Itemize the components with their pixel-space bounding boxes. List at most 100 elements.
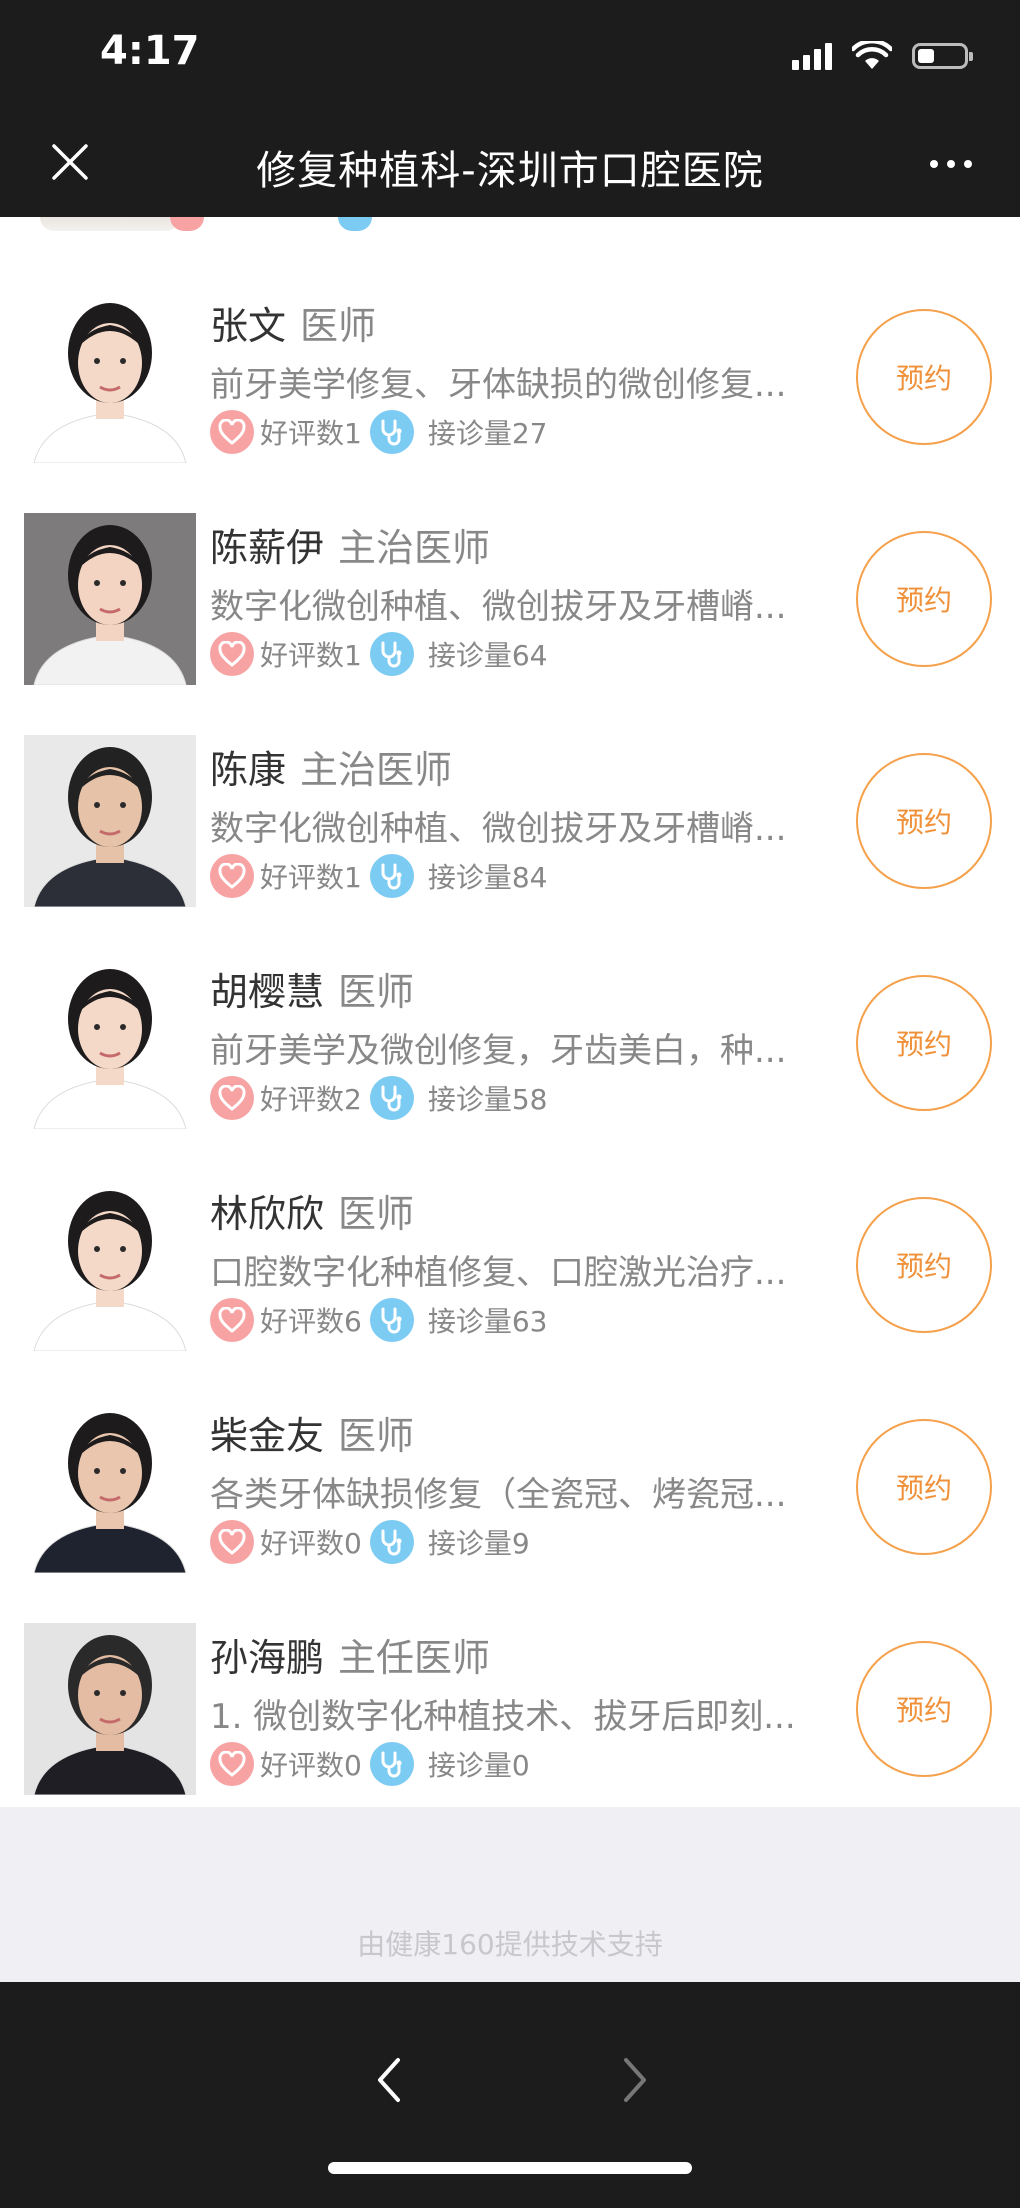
visit-count: 接诊量63 bbox=[427, 1305, 548, 1338]
doctor-title: 医师 bbox=[338, 1414, 415, 1458]
doctor-avatar bbox=[24, 513, 196, 685]
doctor-avatar bbox=[24, 957, 196, 1129]
doctor-name-line: 陈薪伊 主治医师 bbox=[210, 517, 490, 572]
visit-count: 接诊量64 bbox=[427, 639, 548, 672]
doctor-name-line: 孙海鹏 主任医师 bbox=[210, 1627, 490, 1682]
browser-toolbar bbox=[0, 1982, 1020, 2208]
heart-icon bbox=[210, 1742, 254, 1786]
doctor-avatar bbox=[24, 1179, 196, 1351]
visit-count: 接诊量27 bbox=[427, 417, 548, 450]
doctor-avatar bbox=[24, 1623, 196, 1795]
book-button[interactable]: 预约 bbox=[856, 1197, 992, 1333]
page-title: 修复种植科-深圳市口腔医院 bbox=[256, 148, 764, 194]
doctor-title: 主治医师 bbox=[300, 748, 453, 792]
doctor-row[interactable]: 林欣欣 医师 口腔数字化种植修复、口腔激光治疗... 好评数6 接诊量63 预约 bbox=[0, 1157, 1020, 1379]
doctor-stats: 好评数0 接诊量9 bbox=[210, 1519, 530, 1565]
doctor-stats: 好评数0 接诊量0 bbox=[210, 1741, 530, 1787]
doctor-row[interactable]: 张文 医师 前牙美学修复、牙体缺损的微创修复... 好评数1 接诊量27 预约 bbox=[0, 269, 1020, 491]
doctor-title: 医师 bbox=[338, 970, 415, 1014]
book-button[interactable]: 预约 bbox=[856, 975, 992, 1111]
footer-area: 由健康160提供技术支持 bbox=[0, 1807, 1020, 1982]
doctor-name: 胡樱慧 bbox=[210, 970, 325, 1014]
partial-stethoscope-icon bbox=[338, 217, 372, 231]
heart-icon bbox=[210, 854, 254, 898]
battery-icon bbox=[912, 43, 973, 69]
doctor-row[interactable]: 陈薪伊 主治医师 数字化微创种植、微创拔牙及牙槽嵴... 好评数1 接诊量64 预… bbox=[0, 491, 1020, 713]
book-button[interactable]: 预约 bbox=[856, 531, 992, 667]
stethoscope-icon bbox=[369, 854, 414, 898]
doctor-name: 陈康 bbox=[210, 748, 287, 792]
good-reviews: 好评数1 bbox=[260, 639, 362, 672]
doctor-name: 张文 bbox=[210, 304, 287, 348]
doctor-name: 孙海鹏 bbox=[210, 1636, 325, 1680]
good-reviews: 好评数0 bbox=[260, 1527, 362, 1560]
doctor-name-line: 张文 医师 bbox=[210, 295, 376, 350]
doctor-name-line: 陈康 主治医师 bbox=[210, 739, 452, 794]
doctor-name: 林欣欣 bbox=[210, 1192, 325, 1236]
visit-count: 接诊量58 bbox=[427, 1083, 548, 1116]
stethoscope-icon bbox=[369, 1520, 414, 1564]
doctor-stats: 好评数1 接诊量64 bbox=[210, 631, 547, 677]
doctor-specialty: 各类牙体缺损修复（全瓷冠、烤瓷冠... bbox=[210, 1475, 787, 1515]
more-icon[interactable] bbox=[930, 160, 972, 168]
doctor-name: 柴金友 bbox=[210, 1414, 325, 1458]
heart-icon bbox=[210, 632, 254, 676]
doctor-row[interactable]: 孙海鹏 主任医师 1. 微创数字化种植技术、拔牙后即刻... 好评数0 接诊量0 … bbox=[0, 1601, 1020, 1807]
doctor-specialty: 前牙美学修复、牙体缺损的微创修复... bbox=[210, 365, 787, 405]
heart-icon bbox=[210, 410, 254, 454]
heart-icon bbox=[210, 1520, 254, 1564]
signal-icon bbox=[792, 42, 832, 70]
doctor-row[interactable]: 陈康 主治医师 数字化微创种植、微创拔牙及牙槽嵴... 好评数1 接诊量84 预约 bbox=[0, 713, 1020, 935]
doctor-avatar bbox=[24, 735, 196, 907]
visit-count: 接诊量9 bbox=[427, 1527, 530, 1560]
book-button[interactable]: 预约 bbox=[856, 1641, 992, 1777]
status-bar: 4:17 bbox=[0, 0, 1020, 110]
doctor-row[interactable]: 胡樱慧 医师 前牙美学及微创修复，牙齿美白，种... 好评数2 接诊量58 预约 bbox=[0, 935, 1020, 1157]
stethoscope-icon bbox=[369, 1742, 414, 1786]
doctor-specialty: 数字化微创种植、微创拔牙及牙槽嵴... bbox=[210, 587, 787, 627]
stethoscope-icon bbox=[369, 632, 414, 676]
book-button[interactable]: 预约 bbox=[856, 753, 992, 889]
doctor-title: 医师 bbox=[338, 1192, 415, 1236]
doctor-title: 主治医师 bbox=[338, 526, 491, 570]
doctor-title: 医师 bbox=[300, 304, 377, 348]
doctor-specialty: 前牙美学及微创修复，牙齿美白，种... bbox=[210, 1031, 787, 1071]
doctor-specialty: 1. 微创数字化种植技术、拔牙后即刻... bbox=[210, 1697, 796, 1737]
wifi-icon bbox=[852, 41, 892, 69]
doctor-avatar bbox=[24, 291, 196, 463]
book-button[interactable]: 预约 bbox=[856, 309, 992, 445]
partial-row bbox=[40, 217, 180, 247]
book-button[interactable]: 预约 bbox=[856, 1419, 992, 1555]
good-reviews: 好评数6 bbox=[260, 1305, 362, 1338]
doctor-stats: 好评数6 接诊量63 bbox=[210, 1297, 547, 1343]
doctor-specialty: 数字化微创种植、微创拔牙及牙槽嵴... bbox=[210, 809, 787, 849]
stethoscope-icon bbox=[369, 1076, 414, 1120]
doctor-specialty: 口腔数字化种植修复、口腔激光治疗... bbox=[210, 1253, 787, 1293]
good-reviews: 好评数1 bbox=[260, 417, 362, 450]
stethoscope-icon bbox=[369, 1298, 414, 1342]
doctor-stats: 好评数1 接诊量84 bbox=[210, 853, 547, 899]
doctor-stats: 好评数1 接诊量27 bbox=[210, 409, 547, 455]
good-reviews: 好评数1 bbox=[260, 861, 362, 894]
doctor-title: 主任医师 bbox=[338, 1636, 491, 1680]
doctor-row[interactable]: 柴金友 医师 各类牙体缺损修复（全瓷冠、烤瓷冠... 好评数0 接诊量9 预约 bbox=[0, 1379, 1020, 1601]
home-indicator[interactable] bbox=[328, 2162, 692, 2174]
back-arrow-icon[interactable] bbox=[370, 2052, 406, 2108]
doctor-list: 张文医师 前牙美学修复、牙体缺损的微创修复... 好评数1 接诊量27 预约 bbox=[0, 217, 1020, 1807]
good-reviews: 好评数2 bbox=[260, 1083, 362, 1116]
forward-arrow-icon[interactable] bbox=[618, 2052, 654, 2108]
powered-by-text: 由健康160提供技术支持 bbox=[357, 1928, 663, 1961]
doctor-stats: 好评数2 接诊量58 bbox=[210, 1075, 547, 1121]
status-icons bbox=[792, 36, 973, 76]
stethoscope-icon bbox=[369, 410, 414, 454]
heart-icon bbox=[210, 1076, 254, 1120]
doctor-name: 陈薪伊 bbox=[210, 526, 325, 570]
heart-icon bbox=[210, 1298, 254, 1342]
doctor-name-line: 柴金友 医师 bbox=[210, 1405, 414, 1460]
doctor-name-line: 胡樱慧 医师 bbox=[210, 961, 414, 1016]
status-time: 4:17 bbox=[100, 28, 200, 74]
doctor-name-line: 林欣欣 医师 bbox=[210, 1183, 414, 1238]
nav-bar: 修复种植科-深圳市口腔医院 bbox=[0, 110, 1020, 217]
doctor-avatar bbox=[24, 1401, 196, 1573]
visit-count: 接诊量84 bbox=[427, 861, 548, 894]
